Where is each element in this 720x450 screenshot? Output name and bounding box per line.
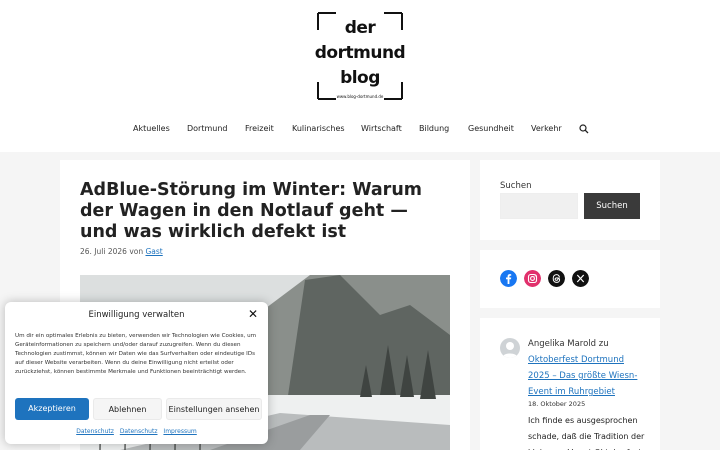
consent-title: Einwilligung verwalten [88,310,185,320]
user-avatar-icon [502,342,518,358]
avatar [500,338,520,358]
consent-body: Um dir ein optimales Erlebnis zu bieten,… [15,333,257,375]
nav-item-wirtschaft[interactable]: Wirtschaft [361,124,402,133]
nav-item-gesundheit[interactable]: Gesundheit [468,124,514,133]
article-title: AdBlue-Störung im Winter: Warum der Wage… [80,180,423,242]
article-meta: 26. Juli 2026 von Gast [80,247,163,256]
search-label: Suchen [500,181,532,191]
consent-link-impressum[interactable]: Impressum [163,428,196,435]
comment-author-line: Angelika Marold zu [528,339,609,349]
article-author-link[interactable]: Gast [145,247,162,256]
nav-item-verkehr[interactable]: Verkehr [531,124,562,133]
search-icon[interactable] [579,124,589,134]
nav-item-kulinarisches[interactable]: Kulinarisches [292,124,345,133]
nav-item-aktuelles[interactable]: Aktuelles [133,124,170,133]
consent-link-datenschutz-2[interactable]: Datenschutz [120,428,158,435]
logo-text-blog: blog [340,68,380,88]
x-icon[interactable] [572,270,589,287]
threads-icon[interactable] [548,270,565,287]
instagram-icon[interactable] [524,270,541,287]
logo-text-dortmund: dortmund [314,43,406,63]
accept-button[interactable]: Akzeptieren [15,398,89,420]
sidebar-search-button[interactable]: Suchen [584,193,640,219]
comment-text: Ich finde es ausgesprochen schade, daß d… [528,416,647,450]
sidebar-search-input[interactable] [500,193,578,219]
comment-post-link[interactable]: Oktoberfest Dortmund 2025 – Das größte W… [528,352,648,400]
site-logo[interactable]: der dortmund blog www.blog-dortmund.de [314,10,406,102]
consent-links: Datenschutz Datenschutz Impressum [5,428,268,435]
facebook-icon[interactable] [500,270,517,287]
main-navigation: Aktuelles Dortmund Freizeit Kulinarische… [0,124,720,146]
comment-author: Angelika Marold [528,339,597,349]
nav-item-bildung[interactable]: Bildung [419,124,449,133]
settings-button[interactable]: Einstellungen ansehen [166,398,262,420]
close-icon[interactable]: ✕ [247,308,259,320]
nav-item-freizeit[interactable]: Freizeit [245,124,274,133]
comment-date: 18. Oktober 2025 [528,400,586,408]
site-header: der dortmund blog www.blog-dortmund.de A… [0,0,720,152]
logo-text-der: der [344,18,376,38]
deny-button[interactable]: Ablehnen [93,398,162,420]
logo-url: www.blog-dortmund.de [336,94,384,99]
sidebar-recent-comments: Angelika Marold zu Oktoberfest Dortmund … [480,318,660,450]
sidebar-social-widget [480,250,660,308]
cookie-consent-dialog: Einwilligung verwalten ✕ Um dir ein opti… [5,302,268,444]
nav-item-dortmund[interactable]: Dortmund [187,124,228,133]
consent-link-datenschutz[interactable]: Datenschutz [76,428,114,435]
comment-connector: zu [598,339,609,349]
article-date: 26. Juli 2026 [80,247,127,256]
article-by: von [129,247,144,256]
sidebar-search-widget: Suchen Suchen [480,160,660,240]
